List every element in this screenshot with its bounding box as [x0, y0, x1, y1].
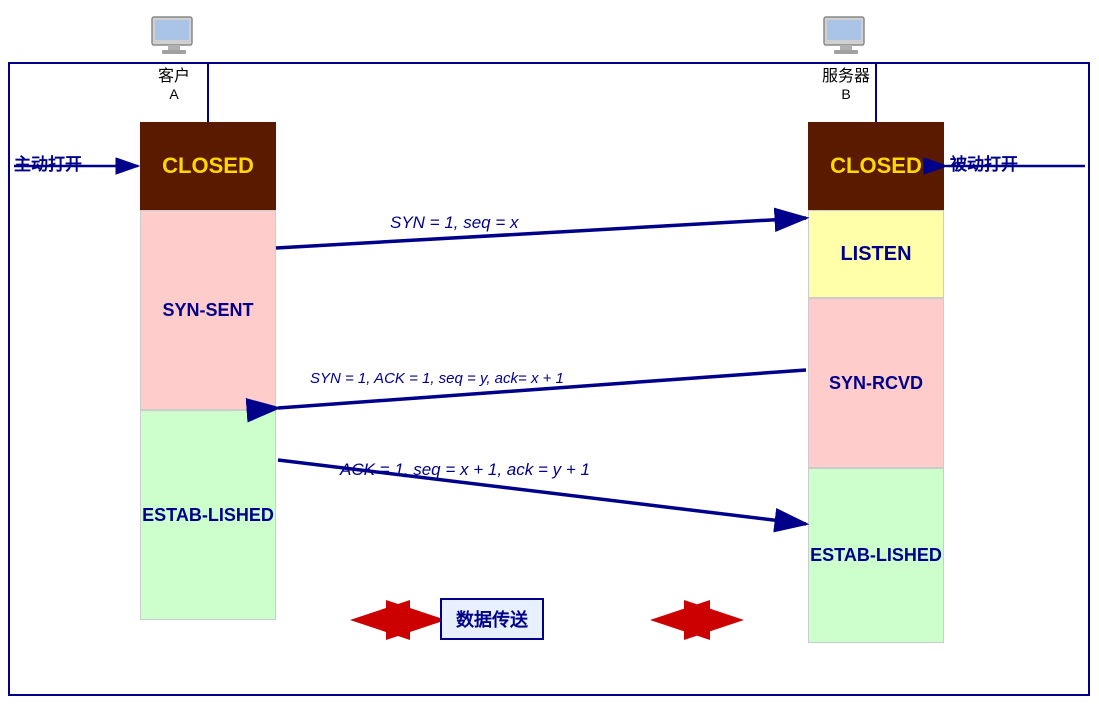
state-estab-right: ESTAB-LISHED — [808, 468, 944, 643]
data-transfer-box: 数据传送 — [440, 598, 544, 640]
server-sublabel: B — [820, 86, 872, 102]
state-syn-sent: SYN-SENT — [140, 210, 276, 410]
state-syn-rcvd: SYN-RCVD — [808, 298, 944, 468]
state-estab-left: ESTAB-LISHED — [140, 410, 276, 620]
state-listen: LISTEN — [808, 210, 944, 298]
diagram-container: 客户 A 服务器 B CLOSED CLOSED 主动打开 被动打开 SYN-S… — [0, 0, 1099, 708]
syn-label: SYN = 1, seq = x — [390, 213, 519, 233]
client-sublabel: A — [148, 86, 200, 102]
client-label: 客户 — [148, 62, 200, 86]
server-label: 服务器 — [820, 62, 872, 86]
client-computer-icon — [148, 15, 200, 57]
ack-label: ACK = 1, seq = x + 1, ack = y + 1 — [340, 460, 590, 480]
server-computer: 服务器 B — [820, 15, 872, 102]
state-closed-left: CLOSED — [140, 122, 276, 210]
active-open-label: 主动打开 — [14, 150, 82, 175]
state-closed-right: CLOSED — [808, 122, 944, 210]
server-computer-icon — [820, 15, 872, 57]
syn-ack-label: SYN = 1, ACK = 1, seq = y, ack= x + 1 — [310, 370, 564, 387]
client-computer: 客户 A — [148, 15, 200, 102]
passive-open-label: 被动打开 — [950, 150, 1018, 175]
